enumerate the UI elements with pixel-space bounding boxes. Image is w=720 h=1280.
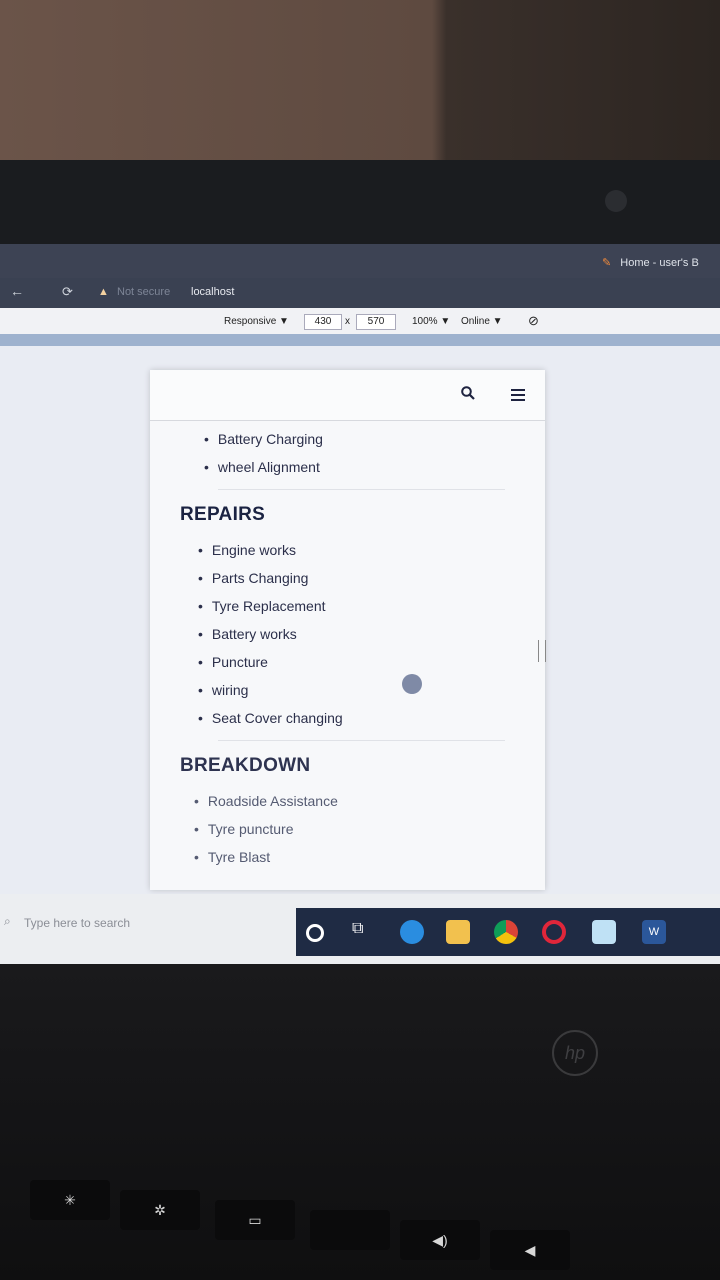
list-item: Tyre Replacement <box>198 592 545 620</box>
list-item: wiring <box>198 676 545 704</box>
hamburger-menu-icon[interactable] <box>511 389 525 404</box>
viewport-height-input[interactable]: 570 <box>356 314 396 330</box>
file-explorer-icon[interactable] <box>446 920 470 944</box>
key: ✳ <box>30 1180 110 1220</box>
list-item: Roadside Assistance <box>194 787 545 815</box>
tab-title: Home - user's B <box>620 257 699 269</box>
list-item: Puncture <box>198 648 545 676</box>
edge-icon[interactable] <box>400 920 424 944</box>
site-header <box>150 370 545 421</box>
rotate-icon[interactable]: ⊘ <box>528 313 539 329</box>
task-view-icon[interactable]: ⧉ <box>352 920 376 944</box>
list-item: wheel Alignment <box>204 453 545 481</box>
windows-taskbar: ⌕ Type here to search ⧉ W <box>0 894 720 964</box>
reload-icon[interactable]: ⟳ <box>62 284 73 300</box>
app-icon[interactable] <box>592 920 616 944</box>
taskbar-search-input[interactable]: ⌕ Type here to search <box>0 908 296 938</box>
laptop-screen: ✎ Home - user's B ← ⟳ ▲ Not secure local… <box>0 244 720 964</box>
list-item: Engine works <box>198 536 545 564</box>
key <box>310 1210 390 1250</box>
warning-icon: ▲ <box>98 286 109 298</box>
throttle-select[interactable]: Online ▼ <box>461 316 503 327</box>
search-icon: ⌕ <box>4 914 11 928</box>
cortana-icon[interactable] <box>306 924 324 942</box>
url-text[interactable]: localhost <box>191 286 234 298</box>
webcam <box>605 190 627 212</box>
back-icon[interactable]: ← <box>10 283 24 299</box>
taskbar-icons: ⧉ W <box>296 908 720 956</box>
breakdown-list: Roadside Assistance Tyre puncture Tyre B… <box>180 787 545 871</box>
list-item: Tyre puncture <box>194 815 545 843</box>
repairs-heading: REPAIRS <box>180 504 266 525</box>
list-item: Tyre Blast <box>194 843 545 871</box>
section-divider <box>218 740 505 741</box>
list-item: Parts Changing <box>198 564 545 592</box>
key: ◀ <box>490 1230 570 1270</box>
list-item: Seat Cover changing <box>198 704 545 732</box>
not-secure-label[interactable]: Not secure <box>117 286 170 298</box>
services-content: Battery Charging wheel Alignment REPAIRS… <box>150 421 545 871</box>
emulated-viewport: Battery Charging wheel Alignment REPAIRS… <box>150 370 545 890</box>
word-icon[interactable]: W <box>642 920 666 944</box>
list-item: Battery Charging <box>204 425 545 453</box>
resize-handle[interactable] <box>538 640 546 662</box>
section-divider <box>218 489 505 490</box>
browser-tab[interactable]: ✎ Home - user's B <box>602 256 699 269</box>
key: ◀) <box>400 1220 480 1260</box>
viewport-width-input[interactable]: 430 <box>304 314 342 330</box>
tab-favicon-icon: ✎ <box>602 257 612 269</box>
touch-cursor <box>402 674 422 694</box>
opera-icon[interactable] <box>542 920 566 944</box>
keyboard: ✳ ✲ ▭ ◀) ◀ <box>20 1170 720 1280</box>
zoom-select[interactable]: 100% ▼ <box>412 316 450 327</box>
media-query-ruler <box>0 334 720 346</box>
browser-tab-bar: ✎ Home - user's B <box>0 244 720 278</box>
breakdown-heading: BREAKDOWN <box>180 755 311 776</box>
key: ▭ <box>215 1200 295 1240</box>
repairs-list: Engine works Parts Changing Tyre Replace… <box>180 536 545 732</box>
address-bar: ← ⟳ ▲ Not secure localhost <box>0 278 720 308</box>
key: ✲ <box>120 1190 200 1230</box>
background-wall <box>0 0 720 180</box>
dimension-separator: x <box>345 316 350 327</box>
top-service-list: Battery Charging wheel Alignment <box>180 425 545 481</box>
list-item: Battery works <box>198 620 545 648</box>
device-toolbar: Responsive ▼ 430 x 570 100% ▼ Online ▼ ⊘ <box>0 308 720 335</box>
device-select[interactable]: Responsive ▼ <box>224 316 289 327</box>
hp-logo: hp <box>552 1030 598 1076</box>
search-icon[interactable] <box>461 386 475 400</box>
search-placeholder: Type here to search <box>24 916 131 930</box>
chrome-icon[interactable] <box>494 920 518 944</box>
